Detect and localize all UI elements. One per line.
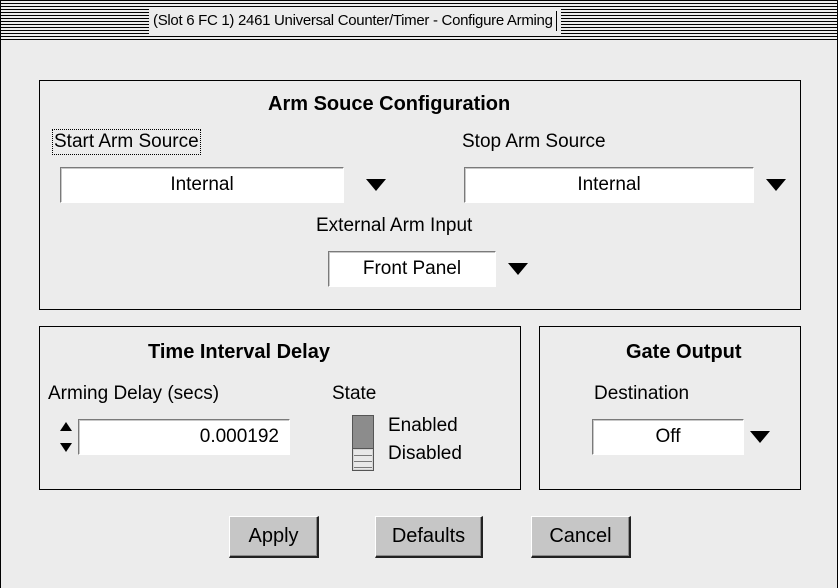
state-disabled-label: Disabled [388,443,462,464]
arming-delay-spinner[interactable] [58,419,74,455]
state-label: State [332,383,377,404]
arm-source-title: Arm Souce Configuration [268,93,511,115]
state-enabled-segment[interactable] [353,416,373,449]
chevron-down-icon[interactable] [758,167,794,203]
spinner-down-icon[interactable] [60,443,72,452]
stop-arm-source-dropdown[interactable]: Internal [464,167,798,203]
start-arm-source-label: Start Arm Source [52,129,201,155]
state-enabled-label: Enabled [388,415,458,436]
external-arm-input-value: Front Panel [328,251,496,287]
configure-arming-window: (Slot 6 FC 1) 2461 Universal Counter/Tim… [0,0,838,588]
arming-delay-input[interactable]: 0.000192 [78,419,290,455]
arm-source-group: Arm Souce Configuration Start Arm Source… [39,80,801,310]
window-title-text: (Slot 6 FC 1) 2461 Universal Counter/Tim… [153,12,553,29]
cancel-button[interactable]: Cancel [531,516,631,558]
window-title: (Slot 6 FC 1) 2461 Universal Counter/Tim… [149,8,561,34]
apply-button[interactable]: Apply [229,516,319,558]
destination-label: Destination [594,383,690,404]
defaults-button[interactable]: Defaults [375,516,483,558]
chevron-down-icon[interactable] [358,167,394,203]
chevron-down-icon[interactable] [742,419,778,455]
destination-value: Off [592,419,744,455]
time-interval-delay-group: Time Interval Delay Arming Delay (secs) … [39,326,521,490]
chevron-down-icon[interactable] [500,251,536,287]
stop-arm-source-label: Stop Arm Source [462,131,606,152]
state-toggle[interactable] [352,415,374,471]
external-arm-input-dropdown[interactable]: Front Panel [328,251,540,287]
state-disabled-segment[interactable] [354,450,372,469]
stop-arm-source-value: Internal [464,167,754,203]
start-arm-source-value: Internal [60,167,344,203]
destination-dropdown[interactable]: Off [592,419,782,455]
arming-delay-label: Arming Delay (secs) [48,383,220,404]
gate-output-title: Gate Output [626,341,742,363]
start-arm-source-dropdown[interactable]: Internal [60,167,406,203]
title-bar[interactable]: (Slot 6 FC 1) 2461 Universal Counter/Tim… [1,0,837,42]
title-separator [555,11,557,32]
gate-output-group: Gate Output Destination Off [539,326,801,490]
time-interval-delay-title: Time Interval Delay [148,341,330,363]
spinner-up-icon[interactable] [60,422,72,431]
external-arm-input-label: External Arm Input [316,215,473,236]
